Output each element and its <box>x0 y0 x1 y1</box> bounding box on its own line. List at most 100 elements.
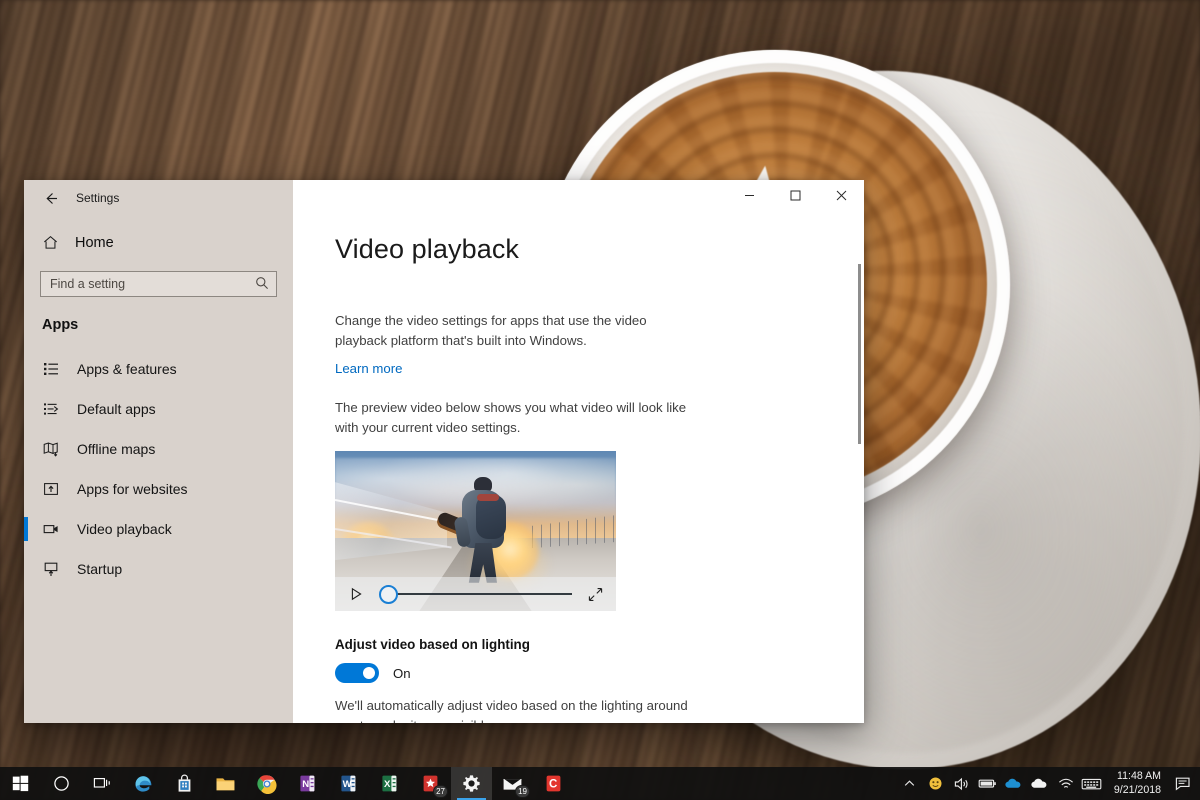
page-title: Video playback <box>335 234 864 265</box>
show-hidden-icons-button[interactable] <box>897 767 923 800</box>
chrome-icon <box>257 774 277 794</box>
onenote-icon: N <box>299 774 316 793</box>
video-person-with-snowboard <box>450 477 512 582</box>
startup-monitor-icon <box>42 560 60 578</box>
onedrive-personal-button[interactable] <box>1001 767 1027 800</box>
word-button[interactable]: W <box>328 767 369 800</box>
preview-paragraph: The preview video below shows you what v… <box>335 398 707 437</box>
taskbar-badge: 19 <box>515 785 530 798</box>
home-icon <box>42 234 59 251</box>
excel-icon: X <box>381 774 398 793</box>
onenote-button[interactable]: N <box>287 767 328 800</box>
onedrive-blue-icon <box>1004 777 1023 790</box>
fullscreen-button[interactable] <box>586 585 604 603</box>
task-view-button[interactable] <box>82 767 123 800</box>
map-download-icon <box>42 440 60 458</box>
lighting-setting-description: We'll automatically adjust video based o… <box>335 696 707 723</box>
minimize-button[interactable] <box>726 180 772 210</box>
maximize-button[interactable] <box>772 180 818 210</box>
folder-icon <box>215 775 236 793</box>
back-arrow-icon <box>43 190 60 207</box>
lighting-toggle-row: On <box>335 663 864 683</box>
todo-button[interactable]: 27 <box>410 767 451 800</box>
cortana-circle-icon <box>53 775 70 792</box>
keyboard-icon <box>1081 777 1102 791</box>
play-icon <box>349 587 363 601</box>
excel-button[interactable]: X <box>369 767 410 800</box>
sidebar-item-default-apps[interactable]: Default apps <box>24 389 293 429</box>
cortana-notification-button[interactable] <box>923 767 949 800</box>
sidebar-item-apps-features[interactable]: Apps & features <box>24 349 293 389</box>
video-preview[interactable] <box>335 451 616 611</box>
touch-keyboard-button[interactable] <box>1079 767 1105 800</box>
word-icon: W <box>340 774 357 793</box>
sidebar-item-video-playback[interactable]: Video playback <box>24 509 293 549</box>
windows-logo-icon <box>12 775 29 792</box>
settings-sidebar: Settings Home Apps <box>24 180 293 723</box>
list-arrow-icon <box>42 400 60 418</box>
network-button[interactable] <box>1053 767 1079 800</box>
clock[interactable]: 11:48 AM 9/21/2018 <box>1105 767 1170 800</box>
toggle-state-label: On <box>393 666 411 681</box>
minimize-icon <box>744 190 755 201</box>
backpack-strap <box>477 494 499 501</box>
sidebar-section-title: Apps <box>42 317 293 333</box>
settings-content-pane: Video playback Change the video settings… <box>293 180 864 723</box>
svg-text:X: X <box>384 779 391 790</box>
battery-icon <box>978 777 997 790</box>
scrollbar-thumb[interactable] <box>858 264 861 444</box>
sidebar-item-apps-for-websites[interactable]: Apps for websites <box>24 469 293 509</box>
file-explorer-button[interactable] <box>205 767 246 800</box>
start-button[interactable] <box>0 767 41 800</box>
close-button[interactable] <box>818 180 864 210</box>
toggle-knob <box>363 667 375 679</box>
boxed-arrow-icon <box>42 480 60 498</box>
edge-icon <box>133 773 154 794</box>
adjust-video-lighting-toggle[interactable] <box>335 663 379 683</box>
chrome-button[interactable] <box>246 767 287 800</box>
onedrive-white-icon <box>1030 777 1049 790</box>
sidebar-item-startup[interactable]: Startup <box>24 549 293 589</box>
svg-text:C: C <box>549 778 557 790</box>
action-center-button[interactable] <box>1170 767 1196 800</box>
letter-c-app-icon: C <box>545 774 562 793</box>
sidebar-item-offline-maps[interactable]: Offline maps <box>24 429 293 469</box>
close-icon <box>836 190 847 201</box>
gear-icon <box>462 774 481 793</box>
camtasia-button[interactable]: C <box>533 767 574 800</box>
search-input[interactable] <box>40 271 277 297</box>
onedrive-business-button[interactable] <box>1027 767 1053 800</box>
microsoft-store-button[interactable] <box>164 767 205 800</box>
seek-thumb[interactable] <box>379 585 398 604</box>
svg-text:N: N <box>302 779 309 790</box>
clock-time: 11:48 AM <box>1117 770 1161 784</box>
edge-button[interactable] <box>123 767 164 800</box>
settings-button[interactable] <box>451 767 492 800</box>
chevron-up-icon <box>903 777 916 790</box>
system-tray: 11:48 AM 9/21/2018 <box>897 767 1200 800</box>
cortana-button[interactable] <box>41 767 82 800</box>
sidebar-item-label: Startup <box>77 561 122 577</box>
window-titlebar-left: Settings <box>24 180 293 216</box>
home-label: Home <box>75 235 114 251</box>
fullscreen-icon <box>588 587 603 602</box>
seek-slider[interactable] <box>375 585 576 603</box>
backpack <box>476 495 506 539</box>
svg-text:W: W <box>343 779 353 790</box>
wifi-icon <box>1058 777 1074 791</box>
settings-window: Settings Home Apps <box>24 180 864 723</box>
window-titlebar-right <box>293 180 864 216</box>
content-scrollbar[interactable] <box>858 264 861 714</box>
taskbar-badge: 27 <box>433 785 448 798</box>
taskbar: N W X <box>0 767 1200 800</box>
play-button[interactable] <box>347 585 365 603</box>
sidebar-item-home[interactable]: Home <box>24 228 293 257</box>
volume-button[interactable] <box>949 767 975 800</box>
back-button[interactable] <box>36 183 66 213</box>
battery-button[interactable] <box>975 767 1001 800</box>
sidebar-nav: Apps & features Default apps <box>24 349 293 589</box>
taskbar-items: N W X <box>0 767 574 800</box>
sidebar-item-label: Offline maps <box>77 441 155 457</box>
mail-button[interactable]: 19 <box>492 767 533 800</box>
learn-more-link[interactable]: Learn more <box>335 361 402 376</box>
